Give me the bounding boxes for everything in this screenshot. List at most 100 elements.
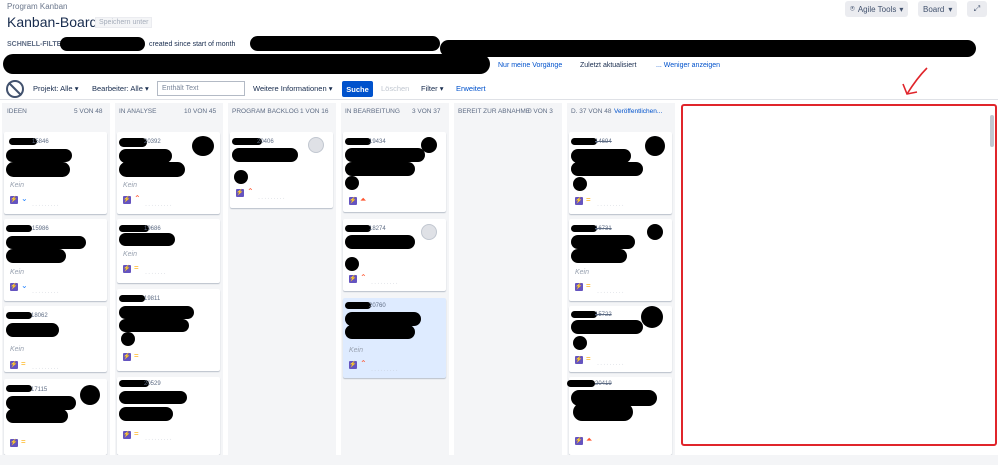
issue-key[interactable]: 15846 (32, 139, 49, 145)
vertical-scrollbar[interactable] (990, 115, 994, 147)
save-as-button[interactable]: Speichern unter (95, 17, 153, 28)
no-epic-label: Kein (123, 251, 138, 258)
issue-card[interactable]: 14694 ⚡ = ········· (569, 132, 672, 214)
search-button[interactable]: Suche (342, 81, 373, 97)
issue-card[interactable]: 20419 ⚡ ⏶ (567, 377, 672, 455)
story-icon: ⚡ (10, 439, 18, 447)
assignee-filter[interactable]: Bearbeiter: Alle ▾ (92, 84, 149, 93)
quickfilter-item[interactable]: created since start of month (149, 41, 235, 48)
column-title: D. 37 VON 48 (571, 108, 612, 115)
issue-key[interactable]: 19434 (369, 139, 386, 145)
search-input[interactable]: Enthält Text (157, 81, 245, 96)
agile-tools-button[interactable]: ⍟ Agile Tools ▾ (845, 1, 909, 17)
issue-card[interactable]: 19434 ⚡ ⏶ (343, 132, 446, 212)
issue-key[interactable]: 20760 (369, 303, 386, 309)
avatar (421, 224, 437, 240)
redaction (6, 312, 32, 319)
page-title: Kanban-Board (7, 14, 98, 30)
story-icon: ⚡ (575, 197, 583, 205)
issue-card[interactable]: 18062 Kein ⚡ = ········· (4, 306, 107, 372)
recently-updated-filter[interactable]: Zuletzt aktualisiert (580, 62, 636, 69)
progress-dots: ········· (32, 366, 60, 372)
issue-key[interactable]: 20392 (144, 139, 161, 145)
board-label: Board (923, 4, 945, 14)
issue-card[interactable]: 15846 Kein ⚡ ⌄ ········· (4, 132, 107, 214)
issue-key[interactable]: 17115 (31, 387, 47, 393)
story-icon: ⚡ (575, 356, 583, 364)
breadcrumb[interactable]: Program Kanban (7, 2, 67, 11)
filter-dropdown[interactable]: Filter ▾ (421, 84, 444, 93)
no-filter-icon[interactable] (6, 80, 24, 98)
issue-key[interactable]: 15722 (595, 312, 612, 318)
progress-dots: ········· (32, 290, 60, 296)
redaction (234, 170, 248, 184)
advanced-link[interactable]: Erweitert (456, 84, 486, 93)
progress-dots: ········· (597, 362, 625, 368)
project-filter[interactable]: Projekt: Alle ▾ (33, 84, 78, 93)
chevron-down-icon: ▾ (328, 84, 333, 93)
issue-key[interactable]: 15986 (32, 226, 49, 232)
expand-icon: ⤢ (973, 4, 981, 13)
column-title: PROGRAM BACKLOG (232, 108, 299, 115)
redaction (345, 325, 415, 339)
priority-low-icon: ⌄ (21, 194, 28, 203)
redaction (573, 177, 587, 191)
agile-icon: ⍟ (850, 4, 855, 13)
redaction (345, 235, 415, 249)
progress-dots: ······· (145, 271, 167, 277)
issue-key[interactable]: 14694 (595, 139, 612, 145)
issue-card[interactable]: 16731 Kein ⚡ = ········· (569, 219, 672, 301)
redaction (345, 148, 425, 162)
annotation-rectangle (681, 104, 997, 446)
issue-card[interactable]: 17115 ⚡ = (4, 379, 107, 455)
redaction (60, 37, 145, 51)
redaction (119, 138, 147, 147)
story-icon: ⚡ (349, 275, 357, 283)
progress-dots: ········· (145, 203, 173, 209)
show-less-link[interactable]: ... Weniger anzeigen (656, 62, 720, 69)
redaction (6, 323, 59, 337)
issue-key[interactable]: 19686 (144, 226, 161, 232)
issue-card[interactable]: 18274 ⚡ ⌃ ········· (343, 219, 446, 291)
redaction (571, 320, 643, 334)
story-icon: ⚡ (123, 196, 131, 204)
issue-card[interactable]: 20392 Kein ⚡ ⌃ ········· (117, 132, 220, 214)
issue-key[interactable]: 18062 (31, 313, 48, 319)
redaction (6, 409, 68, 423)
column-title: IN ANALYSE (119, 108, 157, 115)
horizontal-scrollbar[interactable] (0, 455, 998, 465)
fullscreen-button[interactable]: ⤢ (967, 1, 987, 17)
issue-key[interactable]: 18274 (369, 226, 386, 232)
progress-dots: ········· (371, 368, 399, 374)
redaction (119, 233, 175, 246)
issue-card[interactable]: 19686 Kein ⚡ = ······· (117, 219, 220, 283)
redaction (121, 332, 135, 346)
redaction (119, 319, 189, 332)
redaction (647, 224, 663, 240)
column-count: 10 VON 45 (184, 108, 217, 115)
issue-key[interactable]: 20406 (257, 139, 274, 145)
issue-key[interactable]: 20529 (144, 381, 161, 387)
issue-card[interactable]: 20406 ⚡ ⌃ ········· (230, 132, 333, 208)
issue-key[interactable]: 16731 (595, 226, 612, 232)
issue-key[interactable]: 19811 (144, 296, 160, 302)
board-button[interactable]: Board ▾ (918, 1, 958, 17)
story-icon: ⚡ (575, 437, 583, 445)
story-icon: ⚡ (349, 361, 357, 369)
issue-card[interactable]: 20529 ⚡ = ········· (117, 377, 220, 455)
clear-button[interactable]: Löschen (381, 84, 409, 93)
release-link[interactable]: Veröffentlichen... (614, 108, 662, 115)
issue-card[interactable]: 15986 Kein ⚡ ⌄ ········· (4, 219, 107, 301)
redaction (80, 385, 100, 405)
issue-card-selected[interactable]: 20760 Kein ⚡ ⌃ ········· (343, 298, 446, 378)
redaction (573, 336, 587, 350)
project-filter-label: Projekt: Alle (33, 84, 73, 93)
only-my-issues-filter[interactable]: Nur meine Vorgänge (498, 62, 562, 69)
priority-medium-icon: = (21, 359, 26, 368)
chevron-down-icon: ▾ (144, 84, 149, 93)
more-info-filter[interactable]: Weitere Informationen ▾ (253, 84, 333, 93)
issue-card[interactable]: 15722 ⚡ = ········· (569, 306, 672, 372)
issue-key[interactable]: 20419 (595, 381, 612, 387)
issue-card[interactable]: 19811 ⚡ = (117, 289, 220, 371)
redaction (571, 311, 597, 318)
